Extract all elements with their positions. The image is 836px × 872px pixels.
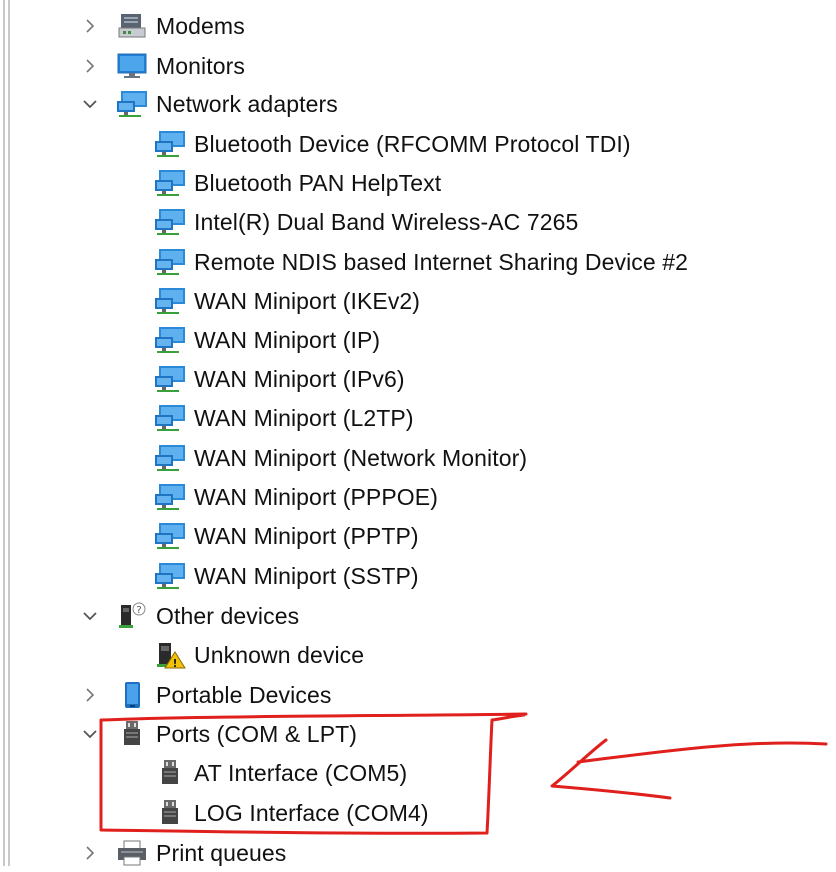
- tree-child-item[interactable]: WAN Miniport (IPv6): [152, 360, 405, 398]
- tree-child-item[interactable]: Intel(R) Dual Band Wireless-AC 7265: [152, 203, 578, 241]
- tree-child-item[interactable]: LOG Interface (COM4): [152, 794, 429, 832]
- network-adapter-icon: [152, 286, 188, 316]
- window-left-border: [0, 0, 12, 866]
- chevron-right-icon[interactable]: [78, 54, 102, 78]
- unknown-device-warning-icon: !: [152, 640, 188, 670]
- network-adapter-icon: [114, 89, 150, 119]
- tree-item-label: Monitors: [156, 52, 245, 79]
- tree-child-item[interactable]: WAN Miniport (SSTP): [152, 557, 419, 595]
- tree-child-label: WAN Miniport (Network Monitor): [194, 444, 528, 471]
- tree-item-network-adapters[interactable]: Network adapters: [78, 85, 338, 123]
- tree-child-label: WAN Miniport (PPTP): [194, 522, 419, 549]
- tree-item-modems[interactable]: Modems: [78, 7, 245, 45]
- network-adapter-icon: [152, 247, 188, 277]
- tree-item-monitors[interactable]: Monitors: [78, 47, 245, 85]
- tree-item-label: Modems: [156, 12, 245, 39]
- network-adapter-icon: [152, 207, 188, 237]
- tree-child-item[interactable]: WAN Miniport (PPPOE): [152, 478, 438, 516]
- tree-child-label: Bluetooth Device (RFCOMM Protocol TDI): [194, 130, 631, 157]
- tree-child-label: Intel(R) Dual Band Wireless-AC 7265: [194, 208, 579, 235]
- tree-item-ports[interactable]: Ports (COM & LPT): [78, 715, 357, 753]
- network-adapter-icon: [152, 482, 188, 512]
- unknown-device-category-icon: ?: [114, 601, 150, 631]
- tree-item-other-devices[interactable]: ? Other devices: [78, 597, 299, 635]
- tree-child-label: WAN Miniport (IKEv2): [194, 287, 421, 314]
- network-adapter-icon: [152, 561, 188, 591]
- tree-item-print-queues[interactable]: Print queues: [78, 834, 286, 872]
- tree-child-label: AT Interface (COM5): [194, 759, 408, 786]
- tree-child-item[interactable]: WAN Miniport (L2TP): [152, 399, 414, 437]
- tree-child-label: WAN Miniport (SSTP): [194, 562, 419, 589]
- chevron-down-icon[interactable]: [78, 92, 102, 116]
- port-icon: [114, 719, 150, 749]
- annotation-arrow: [550, 738, 828, 800]
- tree-child-label: LOG Interface (COM4): [194, 799, 429, 826]
- portable-device-icon: [114, 680, 150, 710]
- svg-text:?: ?: [136, 605, 141, 616]
- tree-item-label: Other devices: [156, 602, 300, 629]
- tree-child-item[interactable]: AT Interface (COM5): [152, 754, 407, 792]
- chevron-down-icon[interactable]: [78, 604, 102, 628]
- tree-child-label: Bluetooth PAN HelpText: [194, 169, 442, 196]
- tree-item-portable-devices[interactable]: Portable Devices: [78, 676, 331, 714]
- tree-child-label: WAN Miniport (IPv6): [194, 365, 405, 392]
- tree-item-label: Print queues: [156, 839, 287, 866]
- network-adapter-icon: [152, 364, 188, 394]
- chevron-down-icon[interactable]: [78, 722, 102, 746]
- network-adapter-icon: [152, 403, 188, 433]
- network-adapter-icon: [152, 168, 188, 198]
- chevron-right-icon[interactable]: [78, 14, 102, 38]
- tree-child-label: Unknown device: [194, 641, 365, 668]
- tree-child-label: Remote NDIS based Internet Sharing Devic…: [194, 248, 689, 275]
- network-adapter-icon: [152, 325, 188, 355]
- modem-icon: [114, 11, 150, 41]
- tree-child-label: WAN Miniport (PPPOE): [194, 483, 438, 510]
- tree-item-label: Ports (COM & LPT): [156, 720, 358, 747]
- chevron-right-icon[interactable]: [78, 841, 102, 865]
- svg-text:!: !: [172, 657, 177, 670]
- tree-child-item[interactable]: Remote NDIS based Internet Sharing Devic…: [152, 243, 688, 281]
- tree-item-label: Portable Devices: [156, 681, 332, 708]
- port-icon: [152, 798, 188, 828]
- tree-child-item[interactable]: WAN Miniport (IKEv2): [152, 282, 420, 320]
- tree-child-label: WAN Miniport (L2TP): [194, 404, 414, 431]
- chevron-right-icon[interactable]: [78, 683, 102, 707]
- tree-child-label: WAN Miniport (IP): [194, 326, 381, 353]
- tree-child-item[interactable]: WAN Miniport (Network Monitor): [152, 439, 527, 477]
- port-icon: [152, 758, 188, 788]
- network-adapter-icon: [152, 521, 188, 551]
- tree-child-item[interactable]: Bluetooth PAN HelpText: [152, 164, 441, 202]
- tree-item-label: Network adapters: [156, 90, 338, 117]
- tree-child-item[interactable]: WAN Miniport (IP): [152, 321, 380, 359]
- network-adapter-icon: [152, 443, 188, 473]
- tree-child-item[interactable]: Bluetooth Device (RFCOMM Protocol TDI): [152, 125, 631, 163]
- monitor-icon: [114, 51, 150, 81]
- printer-icon: [114, 838, 150, 868]
- tree-child-item[interactable]: ! Unknown device: [152, 636, 364, 674]
- tree-child-item[interactable]: WAN Miniport (PPTP): [152, 517, 419, 555]
- network-adapter-icon: [152, 129, 188, 159]
